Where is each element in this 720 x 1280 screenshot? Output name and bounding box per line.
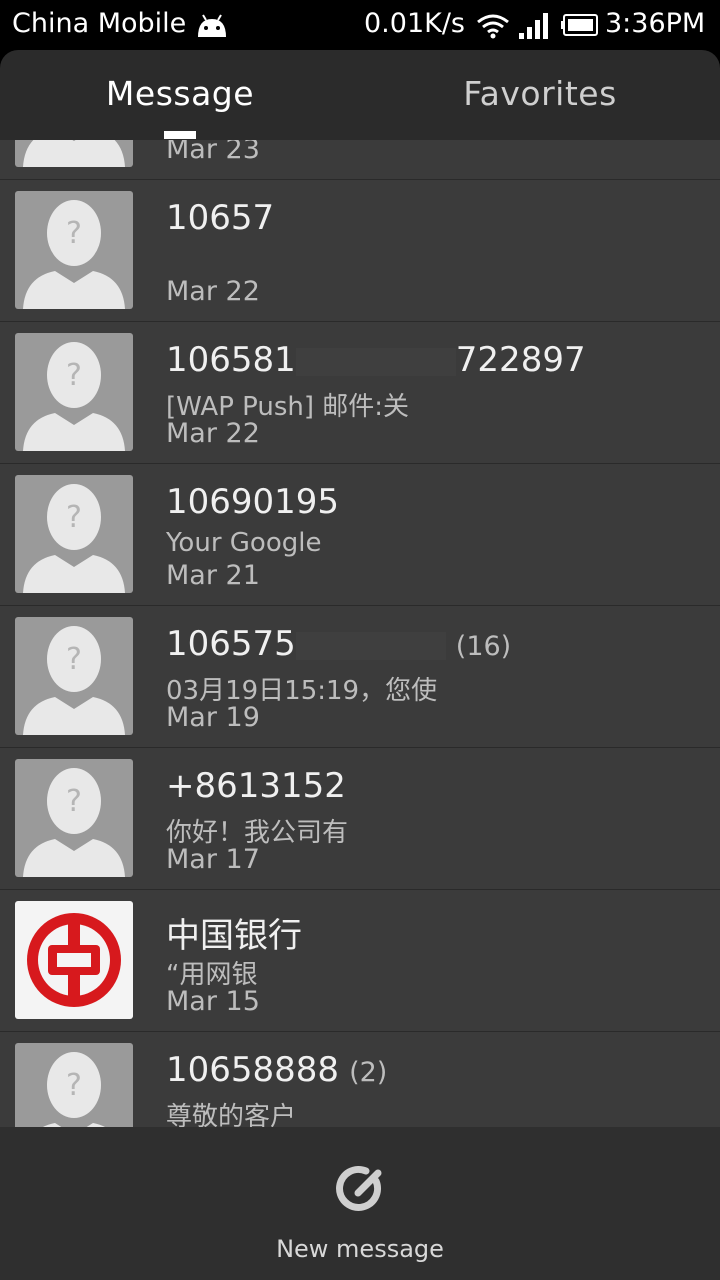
message-date: Mar 17 [166,844,260,875]
svg-text:?: ? [66,642,82,677]
contact-placeholder-icon: ? [15,140,133,167]
svg-text:?: ? [66,216,82,251]
clock: 3:36PM [605,8,706,39]
tab-favorites[interactable]: Favorites [360,74,720,113]
avatar [15,901,133,1019]
message-date: Mar 21 [166,560,260,591]
avatar: ? [15,475,133,593]
message-snippet: 尊敬的客户 [166,1102,297,1127]
bank-of-china-logo-icon [15,901,133,1019]
avatar: ? [15,191,133,309]
android-icon [198,14,226,37]
contact-placeholder-icon: ? [15,1043,133,1127]
contact-placeholder-icon: ? [15,617,133,735]
list-item[interactable]: ? 106581 722897 [WAP Push] 邮件:关 Mar 22 [0,322,720,464]
avatar: ? [15,617,133,735]
message-date: Mar 22 [166,276,260,307]
tab-bar: Message Favorites [0,50,720,140]
svg-text:?: ? [66,500,82,535]
bottom-bar: New message [0,1127,720,1280]
message-sender: 10657 [166,198,275,238]
message-sender: 106581 722897 [166,340,586,380]
list-item[interactable]: ? 106575 (16) 03月19日15:19，您使 Mar 19 [0,606,720,748]
list-item[interactable]: ? 10690195 Your Google Mar 21 [0,464,720,606]
contact-placeholder-icon: ? [15,333,133,451]
sender-number: 106581 [166,340,296,380]
message-sender: 10658888 (2) [166,1050,387,1090]
avatar: ? [15,333,133,451]
status-bar: China Mobile 0.01K/s 3:36PM [0,0,720,50]
active-tab-indicator [164,131,196,139]
carrier-name: China Mobile [12,8,187,39]
sender-number: 106575 [166,624,296,664]
list-item[interactable]: 中国银行 “用网银 Mar 15 [0,890,720,1032]
svg-text:?: ? [66,784,82,819]
svg-text:?: ? [66,358,82,393]
sender-number: 10658888 [166,1050,340,1090]
avatar: ? [15,140,133,167]
svg-text:?: ? [66,1068,82,1103]
message-date: Mar 15 [166,986,260,1017]
contact-placeholder-icon: ? [15,759,133,877]
battery-icon [561,14,598,36]
thread-count-badge: (2) [349,1057,388,1088]
network-speed: 0.01K/s [364,8,465,39]
message-sender: 中国银行 [166,916,302,956]
avatar: ? [15,1043,133,1127]
avatar: ? [15,759,133,877]
thread-count-badge: (16) [455,631,512,662]
compose-icon[interactable] [336,1165,384,1213]
sender-number-suffix: 722897 [455,340,586,380]
message-date: Mar 22 [166,418,260,449]
list-item[interactable]: ? Mar 23 [0,140,720,180]
contact-placeholder-icon: ? [15,191,133,309]
redacted-text [295,347,456,376]
message-sender: 10690195 [166,482,340,522]
signal-icon [519,13,548,39]
redacted-text [295,631,446,660]
message-sender: +8613152 [166,766,346,806]
list-item[interactable]: ? 10657 Mar 22 [0,180,720,322]
message-date: Mar 19 [166,702,260,733]
list-item[interactable]: ? +8613152 你好！我公司有 Mar 17 [0,748,720,890]
contact-placeholder-icon: ? [15,475,133,593]
tab-message[interactable]: Message [0,74,360,113]
new-message-button[interactable]: New message [0,1235,720,1263]
message-snippet: Your Google [166,528,322,558]
message-list[interactable]: ? Mar 23 ? 10657 Mar 22 ? 1 [0,140,720,1127]
message-date: Mar 23 [166,140,260,165]
list-item[interactable]: ? 10658888 (2) 尊敬的客户 [0,1032,720,1127]
message-sender: 106575 (16) [166,624,511,664]
wifi-icon [477,14,509,39]
